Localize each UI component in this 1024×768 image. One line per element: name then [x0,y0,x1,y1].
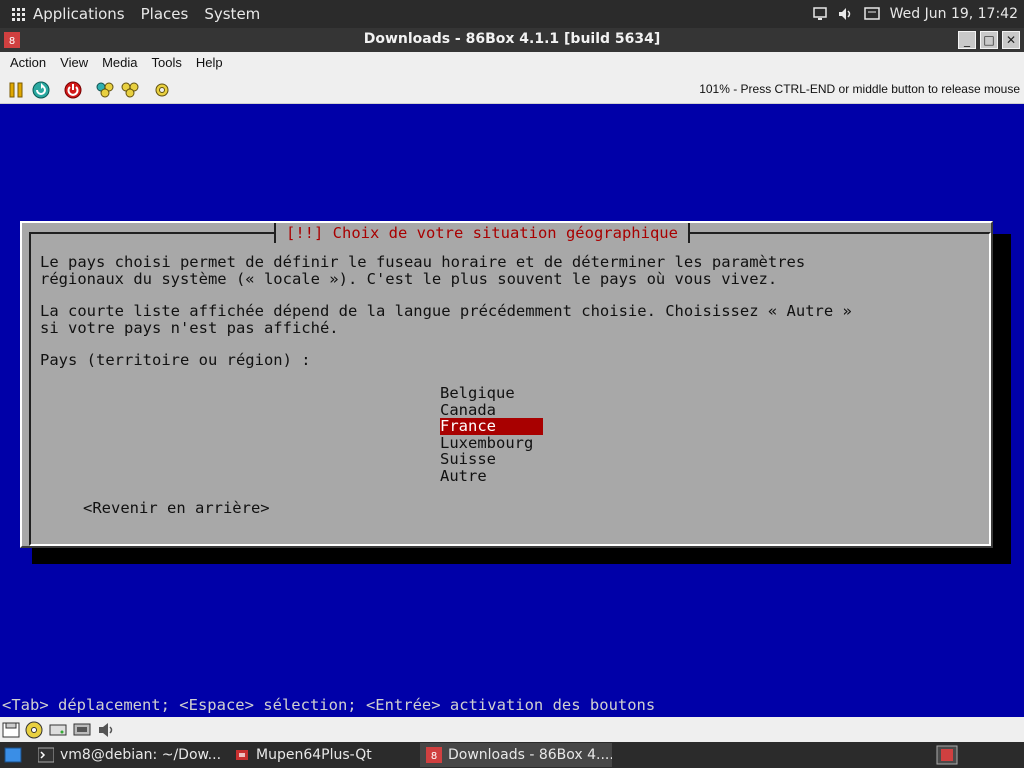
country-option-autre[interactable]: Autre [440,467,543,485]
country-prompt: Pays (territoire ou région) : [40,351,311,369]
country-option-belgique[interactable]: Belgique [440,385,543,402]
reset-icon[interactable] [31,80,51,100]
cdrom-icon[interactable] [25,721,43,739]
status-message: 101% - Press CTRL-END or middle button t… [699,82,1020,96]
menu-action[interactable]: Action [0,52,53,74]
system-menu[interactable]: System [196,0,268,28]
ctrl-alt-esc-icon[interactable] [120,80,140,100]
settings-icon[interactable] [152,80,172,100]
taskbar-item-label: Mupen64Plus-Qt [256,747,372,763]
emulated-screen[interactable]: [!!] Choix de votre situation géographiq… [0,105,1024,717]
clock[interactable]: Wed Jun 19, 17:42 [890,6,1018,22]
taskbar-item-terminal[interactable]: vm8@debian: ~/Dow... [32,743,222,767]
country-option-canada[interactable]: Canada [440,401,543,419]
back-button[interactable]: <Revenir en arrière> [83,500,270,517]
terminal-icon [38,747,54,763]
country-option-suisse[interactable]: Suisse [440,451,543,468]
description-paragraph-2: La courte liste affichée dépend de la la… [40,303,852,336]
mupen-icon [236,750,248,760]
applications-menu[interactable]: Applications [0,0,133,28]
notification-icon[interactable] [863,6,880,22]
maximize-button[interactable]: □ [980,31,998,49]
hard-disk-icon[interactable] [49,721,67,739]
description-line: Le pays choisi permet de définir le fuse… [40,253,806,271]
apps-grid-icon [12,7,25,21]
close-button[interactable]: ✕ [1002,31,1020,49]
country-list[interactable]: Belgique Canada France Luxembourg Suisse… [440,385,543,484]
floppy-icon[interactable] [2,721,20,739]
taskbar: vm8@debian: ~/Dow... Mupen64Plus-Qt 8 Do… [0,742,1024,768]
86box-icon: 8 [426,747,442,763]
ctrl-alt-del-icon[interactable] [95,80,115,100]
volume-icon[interactable] [838,6,854,22]
description-line: régionaux du système (« locale »). C'est… [40,269,778,288]
power-icon[interactable] [63,80,83,100]
country-option-france[interactable]: France [440,418,543,435]
emulator-statusbar [0,717,1024,742]
applications-label: Applications [33,5,125,23]
sound-icon[interactable] [97,721,115,739]
top-panel: Applications Places System Wed Jun 19, 1… [0,0,1024,28]
window-titlebar[interactable]: 8 Downloads - 86Box 4.1.1 [build 5634] _… [0,28,1024,52]
menubar: Action View Media Tools Help [0,52,1024,74]
minimize-button[interactable]: _ [958,31,976,49]
taskbar-item-label: vm8@debian: ~/Dow... [60,747,222,763]
menu-tools[interactable]: Tools [145,52,189,74]
description-paragraph-1: Le pays choisi permet de définir le fuse… [40,254,805,287]
menu-view[interactable]: View [53,52,95,74]
description-line: si votre pays n'est pas affiché. [40,318,339,337]
toolbar: 101% - Press CTRL-END or middle button t… [0,74,1024,104]
keyboard-help-line: <Tab> déplacement; <Espace> sélection; <… [2,696,656,714]
show-desktop-icon[interactable] [4,747,22,763]
window-title: Downloads - 86Box 4.1.1 [build 5634] [363,31,661,47]
taskbar-item-mupen[interactable]: Mupen64Plus-Qt [228,743,414,767]
taskbar-item-86box[interactable]: 8 Downloads - 86Box 4.... [420,743,612,767]
menu-media[interactable]: Media [95,52,144,74]
workspace-switcher-icon[interactable] [936,745,958,765]
dialog-title: [!!] Choix de votre situation géographiq… [274,223,690,243]
pause-icon[interactable] [6,80,26,100]
places-menu[interactable]: Places [133,0,197,28]
menu-help[interactable]: Help [189,52,230,74]
monitor-icon[interactable] [812,6,828,22]
svg-text:8: 8 [431,751,437,762]
network-icon[interactable] [73,721,91,739]
description-line: La courte liste affichée dépend de la la… [40,302,852,320]
taskbar-item-label: Downloads - 86Box 4.... [448,747,612,763]
country-option-luxembourg[interactable]: Luxembourg [440,434,543,452]
